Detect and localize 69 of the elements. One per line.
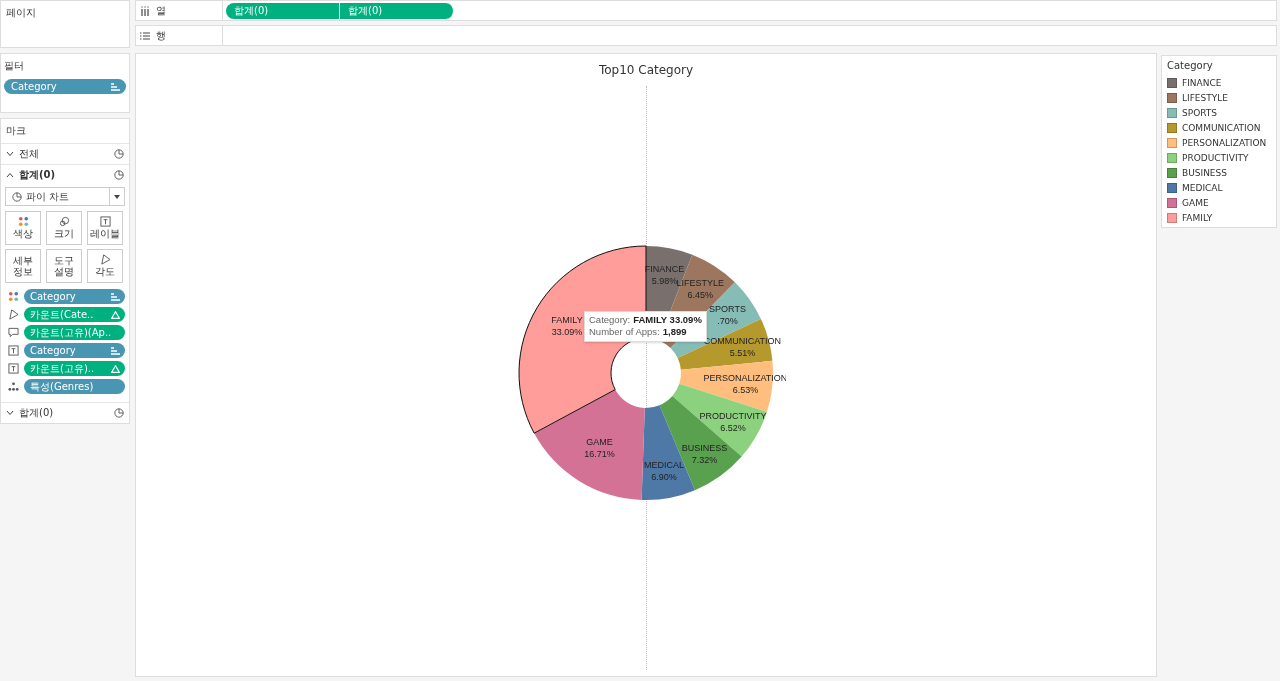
marks-section-header[interactable]: 합계(0): [1, 164, 129, 185]
legend-item[interactable]: PERSONALIZATION: [1162, 135, 1276, 150]
chart-title: Top10 Category: [598, 63, 694, 77]
slice-label: FAMILY: [551, 314, 583, 325]
mark-property-button[interactable]: 크기: [46, 211, 82, 245]
filters-title: 필터: [4, 59, 25, 73]
detail-dots-icon: [8, 381, 19, 392]
shapes-icon: [58, 216, 70, 228]
marks-section-header[interactable]: 전체: [1, 143, 129, 164]
slice-value: 5.51%: [729, 347, 756, 358]
speech-bubble-icon: [8, 327, 19, 338]
text-label-icon: [8, 363, 19, 374]
legend-item[interactable]: GAME: [1162, 195, 1276, 210]
pie-chart-icon: [114, 408, 124, 418]
slice-label: BUSINESS: [681, 443, 728, 454]
legend-item[interactable]: FAMILY: [1162, 210, 1276, 225]
legend-item[interactable]: LIFESTYLE: [1162, 90, 1276, 105]
slice-value: 6.90%: [651, 472, 677, 483]
legend-item[interactable]: MEDICAL: [1162, 180, 1276, 195]
tooltip: Category: FAMILY 33.09% Number of Apps: 1,899: [584, 311, 707, 342]
slice-value: 16.71%: [584, 448, 615, 459]
legend-item[interactable]: FINANCE: [1162, 75, 1276, 90]
slice-label: SPORTS: [709, 304, 746, 315]
mark-property-button[interactable]: 색상: [5, 211, 41, 245]
legend-item[interactable]: COMMUNICATION: [1162, 120, 1276, 135]
mark-property-button[interactable]: 세부 정보: [5, 249, 41, 283]
slice-label: FINANCE: [644, 263, 685, 274]
slice-value: .70%: [717, 316, 738, 327]
slice-value: 6.53%: [732, 384, 759, 395]
columns-label: 열: [156, 3, 166, 18]
slice-value: 6.45%: [687, 290, 714, 301]
rows-icon: [140, 30, 150, 41]
slice-value: 5.98%: [651, 275, 678, 286]
slice-label: LIFESTYLE: [676, 278, 725, 289]
slice-label: PRODUCTIVITY: [699, 411, 767, 422]
legend-item[interactable]: SPORTS: [1162, 105, 1276, 120]
section-title: 합계(0): [19, 406, 54, 420]
rows-label: 행: [156, 28, 166, 43]
caret-icon: [114, 194, 120, 199]
slice-value: 33.09%: [551, 326, 583, 337]
slice-value: 7.32%: [691, 455, 718, 466]
angle-icon: [99, 254, 111, 266]
columns-icon: [140, 5, 150, 16]
chevron-down-icon: [6, 410, 14, 416]
pie-chart-icon: [114, 149, 124, 159]
pie-chart-icon: [12, 191, 22, 202]
mark-type-dropdown[interactable]: 파이 차트: [5, 187, 125, 206]
color-dots-icon: [17, 216, 29, 228]
color-dots-icon: [8, 291, 19, 302]
slice-label: GAME: [586, 436, 613, 447]
marks-section-header[interactable]: 합계(0): [1, 402, 129, 423]
pie-chart-icon: [114, 170, 124, 180]
section-title: 합계(0): [19, 168, 56, 182]
pages-title: 페이지: [6, 6, 37, 20]
mark-property-button[interactable]: 도구 설명: [46, 249, 82, 283]
mark-property-button[interactable]: 각도: [87, 249, 123, 283]
section-title: 전체: [19, 147, 39, 161]
chevron-down-icon: [6, 151, 14, 157]
legend-item[interactable]: PRODUCTIVITY: [1162, 150, 1276, 165]
chevron-up-icon: [6, 172, 14, 178]
legend-title: Category: [1166, 60, 1214, 73]
text-label-icon: [8, 345, 19, 356]
text-label-icon: [99, 216, 111, 228]
legend-item[interactable]: BUSINESS: [1162, 165, 1276, 180]
mark-property-button[interactable]: 레이블: [87, 211, 123, 245]
angle-icon: [8, 309, 19, 320]
slice-label: MEDICAL: [643, 460, 684, 471]
marks-title: 마크: [5, 124, 27, 138]
slice-value: 6.52%: [720, 423, 746, 434]
